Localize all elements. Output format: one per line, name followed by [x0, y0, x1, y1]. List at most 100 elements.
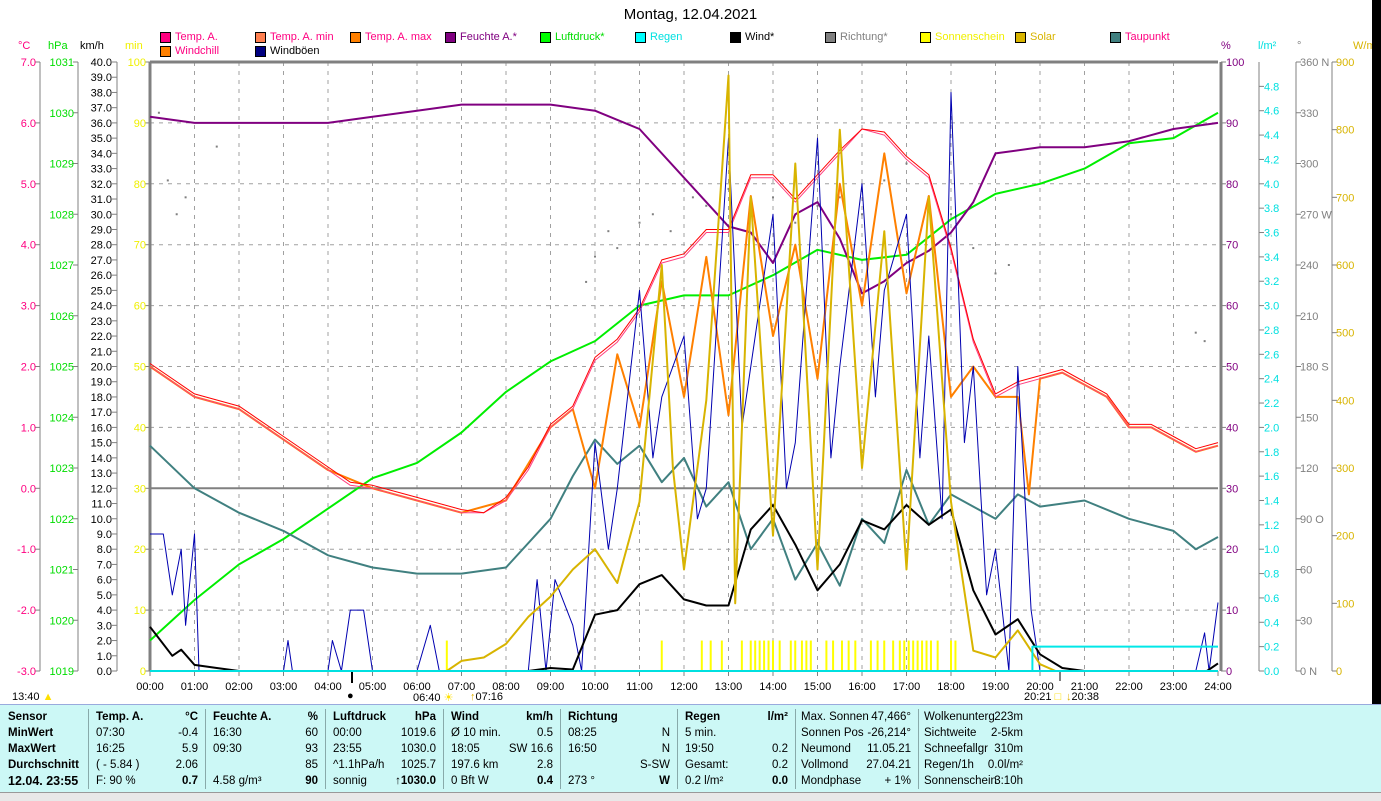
summary-column: Sensor MinWert MaxWert Durchschnitt 12.04. 2… — [0, 709, 89, 789]
cell-value: 1030.0 — [400, 743, 436, 755]
legend-swatch — [350, 31, 361, 43]
direction-point — [705, 204, 708, 207]
cell-value: 27.04.21 — [866, 759, 911, 771]
series-solar — [446, 74, 1056, 672]
legend-item: Solar — [1015, 31, 1056, 43]
summary-column: Feuchte A.% 16:30 60 09:30 93 85 4.58 g/m³ 90 — [205, 709, 326, 789]
axis-label-temp: 0.0 — [21, 483, 36, 495]
cell-value: 90 — [305, 775, 318, 787]
x-tick-label: 04:00 — [314, 681, 342, 693]
axis-label-min: 20 — [134, 544, 146, 556]
axis-label-rain: 2.2 — [1264, 398, 1279, 410]
summary-row: Richtung — [560, 709, 677, 725]
axis-label-kmh: 33.0 — [91, 164, 112, 176]
summary-row: 07:30 -0.4 — [88, 725, 205, 741]
summary-row: 16:25 5.9 — [88, 741, 205, 757]
axis-unit-kmh: km/h — [80, 40, 104, 52]
cell-value: 1025.7 — [400, 759, 436, 771]
axis-label-deg: 90 O — [1300, 514, 1324, 526]
cell-label: Neumond — [801, 743, 851, 755]
direction-point — [157, 111, 160, 114]
direction-point — [1203, 340, 1206, 343]
axis-label-min: 70 — [134, 240, 146, 252]
axis-label-rain: 0.2 — [1264, 642, 1279, 654]
axis-label-hpa: 1023 — [50, 463, 74, 475]
x-tick-label: 24:00 — [1204, 681, 1232, 693]
axis-label-deg: 180 S — [1300, 362, 1329, 374]
cell-value: S-SW — [639, 759, 670, 771]
axis-label-min: 80 — [134, 179, 146, 191]
summary-row: 0.2 l/m² 0.0 — [677, 773, 795, 789]
cell-label: 19:50 — [685, 743, 714, 755]
x-tick-label: 12:00 — [670, 681, 698, 693]
cell-label: 5 min. — [685, 727, 717, 739]
axis-label-kmh: 2.0 — [97, 636, 112, 648]
sun-icon: ☀ — [443, 692, 454, 704]
cell-value: 60 — [305, 727, 318, 739]
summary-row: 12.04. 23:55 — [0, 773, 88, 789]
axis-label-kmh: 3.0 — [97, 620, 112, 632]
summary-row: Regen/1h 0.0l/m² — [918, 757, 1030, 773]
axis-label-temp: -3.0 — [17, 666, 36, 678]
cell-value: N — [661, 743, 670, 755]
direction-point — [594, 255, 596, 258]
legend-swatch — [445, 31, 456, 43]
legend-label: Wind* — [745, 31, 775, 43]
column-header: Sensor — [8, 711, 47, 723]
axis-label-kmh: 36.0 — [91, 118, 112, 130]
axis-label-hpa: 1019 — [50, 666, 74, 678]
legend-swatch — [540, 31, 551, 43]
axis-label-pct: 100 — [1226, 57, 1244, 69]
axis-label-temp: 7.0 — [21, 57, 36, 69]
new-moon-icon: ● — [347, 690, 354, 702]
sun-icon: □ — [1054, 691, 1062, 703]
axis-label-min: 10 — [134, 605, 146, 617]
axis-label-kmh: 13.0 — [91, 468, 112, 480]
summary-column: Max. Sonnen 47,466° Sonnen Pos -26,214° Neum… — [795, 709, 919, 789]
right-edge-strip — [1372, 0, 1381, 704]
summary-column: Richtung 08:25 N 16:50 N S-SW 273 ° W — [560, 709, 678, 789]
legend-swatch — [920, 31, 931, 43]
summary-column: Regen l/m² 5 min. 19:50 0.2 Gesamt: 0.2 0.2 l/m… — [677, 709, 796, 789]
x-tick-label: 11:00 — [626, 681, 653, 693]
legend-label: Luftdruck* — [555, 31, 605, 43]
cell-value: 93 — [305, 743, 318, 755]
axis-label-kmh: 16.0 — [91, 422, 112, 434]
cell-label: Schneefallgr — [924, 743, 988, 755]
summary-row: ^1.1hPa/h 1025.7 — [325, 757, 443, 773]
summary-row: sonnig ↑1030.0 — [325, 773, 443, 789]
axis-label-min: 90 — [134, 118, 146, 130]
axis-label-rain: 1.4 — [1264, 495, 1279, 507]
x-tick-label: 22:00 — [1115, 681, 1143, 693]
axis-label-hpa: 1022 — [50, 514, 74, 526]
axis-label-rain: 1.6 — [1264, 471, 1279, 483]
legend-swatch — [255, 45, 266, 57]
direction-point — [651, 213, 654, 216]
axis-label-kmh: 11.0 — [91, 499, 112, 511]
sunrise-time: 06:40 — [413, 692, 441, 704]
legend-label: Richtung* — [840, 31, 888, 43]
axis-label-temp: -2.0 — [17, 605, 36, 617]
axis-label-rain: 3.6 — [1264, 228, 1279, 240]
axis-label-rain: 1.0 — [1264, 544, 1279, 556]
axis-label-kmh: 40.0 — [91, 57, 112, 69]
moonrise-time: 13:40 — [12, 691, 40, 703]
axis-label-kmh: 20.0 — [91, 362, 112, 374]
summary-row: F: 90 % 0.7 — [88, 773, 205, 789]
axis-label-hpa: 1025 — [50, 362, 74, 374]
axis-label-kmh: 39.0 — [91, 72, 112, 84]
x-tick-label: 05:00 — [359, 681, 387, 693]
cell-label: ( - 5.84 ) — [96, 759, 140, 771]
summary-row: Schneefallgr 310m — [918, 741, 1030, 757]
summary-row: Vollmond 27.04.21 — [795, 757, 918, 773]
axis-label-rain: 0.4 — [1264, 617, 1279, 629]
axis-label-rain: 3.8 — [1264, 203, 1279, 215]
column-header: Regen — [685, 711, 721, 723]
legend-item: Temp. A. min — [255, 31, 334, 43]
legend-label: Windchill — [175, 45, 220, 57]
axis-unit-pct: % — [1221, 40, 1231, 52]
cell-value: 2.8 — [537, 759, 553, 771]
summary-row: Max. Sonnen 47,466° — [795, 709, 918, 725]
cell-value: 0.0 — [772, 775, 788, 787]
column-unit: l/m² — [767, 711, 788, 723]
